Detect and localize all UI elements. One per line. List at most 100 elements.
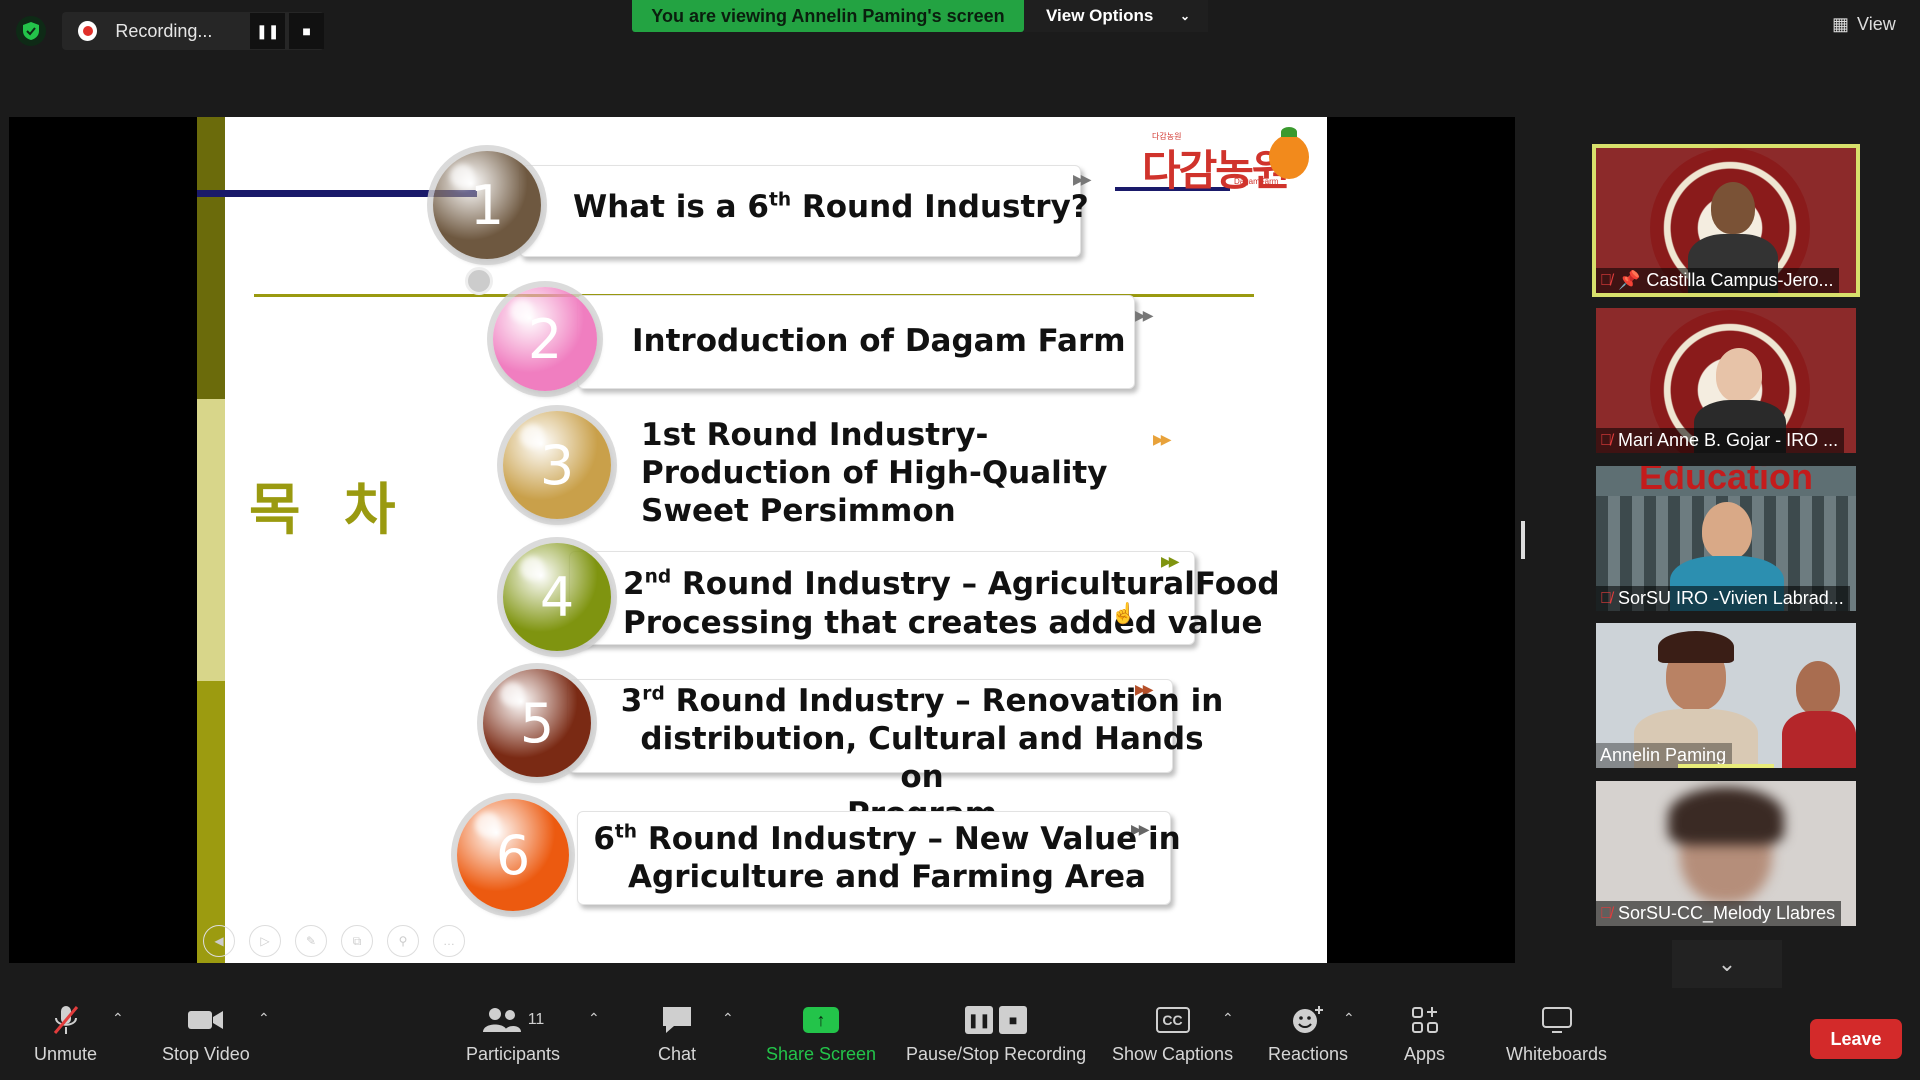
whiteboard-icon [1540,1002,1574,1038]
mouse-cursor-icon: ☝ [1111,603,1136,625]
recording-dot-icon [78,21,98,41]
show-captions-label: Show Captions [1112,1044,1234,1064]
toc-item-text: 2nd Round Industry – AgriculturalFood Pr… [623,565,1280,643]
stop-recording-button[interactable]: ■ [289,13,324,49]
chat-button[interactable]: Chat [658,1002,696,1065]
pen-icon[interactable]: ✎ [295,925,327,957]
background-banner-text: Education [1638,466,1813,497]
reactions-label: Reactions [1268,1044,1349,1064]
participant-name-label: 🎙̸ SorSU-CC_Melody Llabres [1596,901,1842,926]
participant-name: SorSU-CC_Melody Llabres [1618,903,1836,923]
whiteboards-label: Whiteboards [1506,1044,1608,1064]
decorative-dot [465,267,493,295]
item-text-post: Round Industry? [791,189,1089,225]
item-text-sup: th [768,189,792,211]
item-number-badge: 5 [483,669,591,777]
scroll-participants-down-button[interactable]: ⌄ [1672,940,1782,988]
muted-mic-icon: 🎙̸ [1600,431,1612,449]
muted-mic-icon: 🎙̸ [1600,904,1612,922]
toc-item-text: 1st Round Industry- Production of High-Q… [641,417,1108,529]
toc-item-text: 6th Round Industry – New Value in Agricu… [585,821,1189,897]
recording-indicator: Recording... ❚❚ ■ [62,12,324,50]
apps-label: Apps [1404,1044,1446,1064]
share-screen-label: Share Screen [766,1044,877,1064]
participant-tile[interactable]: 🎙̸ 📌 Castilla Campus-Jero... [1592,144,1860,297]
reactions-options-caret-icon[interactable]: ⌃ [1343,1010,1355,1027]
previous-slide-icon[interactable]: ◀ [203,925,235,957]
participant-name: Mari Anne B. Gojar - IRO ... [1618,430,1839,450]
video-camera-icon [187,1002,225,1038]
toc-item-text: What is a 6th Round Industry? [573,189,1089,226]
pause-recording-button[interactable]: ❚❚ [250,13,286,49]
more-options-icon[interactable]: … [433,925,465,957]
presentation-slide: 다감농원 다감농원 DagamFarm 목 차 ▶▶ 1 What is a 6… [197,117,1327,963]
view-options-label: View Options [1046,6,1154,25]
participants-count: 11 [527,1011,545,1028]
item-text-pre: What is a 6 [573,189,769,225]
item-text-pre: 2 [623,566,645,602]
participant-tile[interactable]: 🎙̸ Mari Anne B. Gojar - IRO ... [1596,308,1856,453]
logo-sub-text: DagamFarm [1234,177,1279,186]
stop-video-label: Stop Video [162,1044,250,1064]
panel-resize-handle[interactable] [1521,521,1525,559]
participants-button[interactable]: 11 Participants [466,1002,560,1065]
muted-mic-icon: 🎙̸ [1600,271,1612,289]
show-captions-button[interactable]: CC Show Captions [1112,1002,1233,1065]
participant-name-label: 🎙̸ SorSU IRO -Vivien Labrad... [1596,586,1850,611]
view-options-dropdown[interactable]: View Options ⌄ [1024,0,1208,32]
share-screen-icon-wrap: ↑ [803,1002,840,1038]
muted-mic-icon: 🎙̸ [1600,589,1612,607]
emoji-plus-icon [1291,1002,1325,1038]
pause-stop-recording-button[interactable]: ❚❚ ■ Pause/Stop Recording [906,1002,1086,1065]
zoom-icon[interactable]: ⚲ [387,925,419,957]
muted-mic-icon [51,1002,81,1038]
slide-side-bar [197,681,225,963]
unmute-button[interactable]: Unmute [34,1002,97,1065]
pin-icon: 📌 [1618,270,1641,290]
participant-tile[interactable]: Annelin Paming [1596,623,1856,768]
slides-icon[interactable]: ⧉ [341,925,373,957]
participant-face [1796,661,1840,715]
toc-title: 목 차 [249,478,408,543]
stop-icon: ■ [999,1006,1028,1034]
encryption-shield-icon[interactable] [16,16,46,46]
double-arrow-icon: ▶▶ [1073,171,1091,187]
stop-video-button[interactable]: Stop Video [162,1002,250,1065]
leave-button[interactable]: Leave [1810,1019,1902,1059]
audio-options-caret-icon[interactable]: ⌃ [112,1010,124,1027]
item-text-sup: th [614,821,638,843]
item-text-pre: Introduction of Dagam Farm [632,323,1126,359]
persimmon-mascot-icon [1269,127,1309,179]
participant-body [1782,711,1856,768]
participants-options-caret-icon[interactable]: ⌃ [588,1010,600,1027]
participant-hair [1668,787,1784,845]
participant-face [1702,502,1752,560]
participant-name-label: 🎙̸ 📌 Castilla Campus-Jero... [1596,268,1840,293]
double-arrow-icon: ▶▶ [1135,307,1153,323]
next-slide-icon[interactable]: ▷ [249,925,281,957]
slide-controls: ◀ ▷ ✎ ⧉ ⚲ … [203,925,465,957]
participant-tile[interactable]: 🎙̸ SorSU-CC_Melody Llabres [1596,781,1856,926]
item-number-badge: 4 [503,543,611,651]
meeting-toolbar: Unmute ⌃ Stop Video ⌃ 11 Participants ⌃ … [0,992,1920,1080]
double-arrow-icon: ▶▶ [1153,431,1171,447]
logo-text: 다감농원 [1142,146,1291,195]
video-options-caret-icon[interactable]: ⌃ [258,1010,270,1027]
reactions-button[interactable]: Reactions [1268,1002,1348,1065]
item-text-sup: nd [644,566,672,588]
captions-icon-wrap: CC [1155,1002,1190,1038]
whiteboards-button[interactable]: Whiteboards [1506,1002,1607,1065]
captions-options-caret-icon[interactable]: ⌃ [1222,1010,1234,1027]
chat-label: Chat [658,1044,697,1064]
share-screen-button[interactable]: ↑ Share Screen [766,1002,876,1065]
pause-icon: ❚❚ [965,1006,994,1034]
chat-options-caret-icon[interactable]: ⌃ [722,1010,734,1027]
apps-icon [1410,1002,1440,1038]
item-number-badge: 6 [457,799,569,911]
participants-label: Participants [466,1044,561,1064]
unmute-label: Unmute [34,1044,98,1064]
view-button[interactable]: ▦ View [1832,14,1896,35]
apps-button[interactable]: Apps [1404,1002,1445,1065]
participant-tile[interactable]: Education 🎙̸ SorSU IRO -Vivien Labrad... [1596,466,1856,611]
item-text-pre: 3 [620,683,643,719]
